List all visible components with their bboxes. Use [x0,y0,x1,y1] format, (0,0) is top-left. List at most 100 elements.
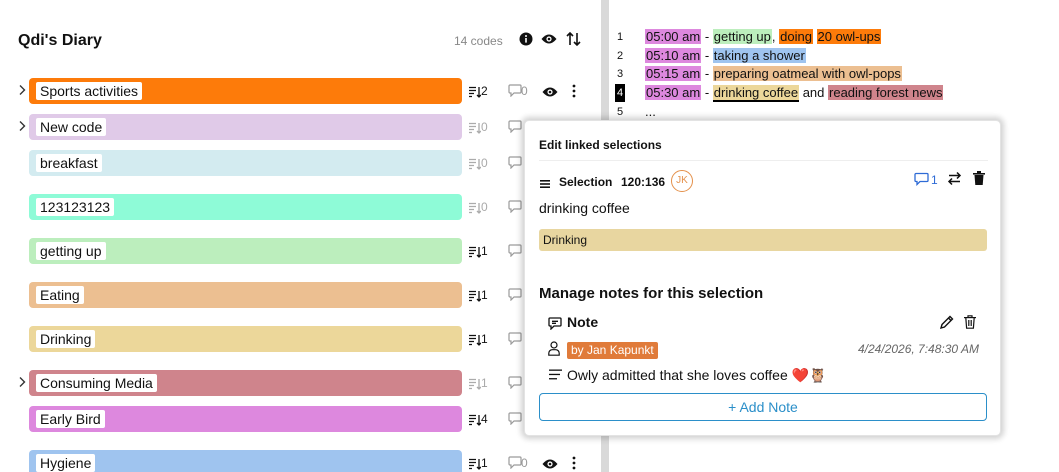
line-text[interactable]: ... [645,103,656,121]
comment-icon[interactable] [508,456,522,470]
comment-icon[interactable] [914,172,929,187]
add-note-button[interactable]: + Add Note [539,393,987,421]
coded-segment[interactable]: reading forest news [828,85,944,100]
selections-sort-icon[interactable] [469,85,482,98]
document-line[interactable]: 5... [609,103,1059,121]
selections-sort-icon[interactable] [469,289,482,302]
code-label[interactable]: 123123123 [36,198,115,216]
selections-sort-icon[interactable] [469,413,482,426]
line-text[interactable]: 05:00 am - getting up, doing 20 owl-ups [645,28,882,46]
code-row[interactable]: getting up 1 [0,238,601,264]
comment-icon[interactable] [508,84,522,98]
swap-icon[interactable] [947,171,962,186]
chevron-right-icon[interactable] [18,376,28,390]
sort-icon[interactable] [566,31,582,47]
info-icon[interactable] [518,31,534,47]
selections-sort-icon[interactable] [469,457,482,470]
comment-icon[interactable] [508,376,522,390]
code-color-bar[interactable]: Eating [29,282,462,308]
code-label[interactable]: Hygiene [36,454,96,472]
code-row[interactable]: Hygiene 1 0 [0,450,601,472]
text-segment: ... [645,104,656,119]
selections-sort-icon[interactable] [469,377,482,390]
document-line[interactable]: 4 05:30 am - drinking coffee and reading … [609,84,1059,102]
code-color-bar[interactable]: breakfast [29,150,462,176]
code-color-bar[interactable]: Early Bird [29,406,462,432]
code-color-bar[interactable]: 123123123 [29,194,462,220]
code-row[interactable]: Sports activities 2 0 [0,78,601,104]
comment-icon[interactable] [508,244,522,258]
code-selection-count: 0 [481,120,488,134]
code-row[interactable]: Consuming Media 1 [0,370,601,396]
coded-segment[interactable]: drinking coffee [712,85,800,102]
text-segment: - [701,48,713,63]
codes-panel: Qdi's Diary 14 codes Sports activities 2 0… [0,0,601,472]
code-color-bar[interactable]: Hygiene [29,450,462,472]
eye-icon[interactable] [542,85,558,97]
code-selection-count: 0 [481,156,488,170]
code-color-bar[interactable]: New code [29,114,462,140]
coded-segment[interactable]: 20 owl-ups [816,29,882,44]
code-label[interactable]: Early Bird [36,410,105,428]
comment-icon[interactable] [508,288,522,302]
code-selection-count: 1 [481,376,488,390]
code-comment-count: 0 [521,84,528,98]
coded-segment[interactable]: 05:00 am [645,29,702,44]
line-text[interactable]: 05:15 am - preparing oatmeal with owl-po… [645,65,902,83]
more-vertical-icon[interactable] [571,455,577,471]
coded-segment[interactable]: 05:30 am [645,85,702,100]
code-selection-count: 1 [481,332,488,346]
selections-sort-icon[interactable] [469,201,482,214]
code-row[interactable]: Eating 1 [0,282,601,308]
selections-sort-icon[interactable] [469,121,482,134]
comment-icon[interactable] [508,412,522,426]
selections-sort-icon[interactable] [469,245,482,258]
code-row[interactable]: Drinking 1 [0,326,601,352]
document-line[interactable]: 2 05:10 am - taking a shower [609,47,1059,65]
code-label[interactable]: Sports activities [36,82,143,100]
code-label[interactable]: breakfast [36,154,102,172]
selections-sort-icon[interactable] [469,157,482,170]
code-color-bar[interactable]: Consuming Media [29,370,462,396]
code-color-bar[interactable]: Sports activities [29,78,462,104]
code-label[interactable]: Consuming Media [36,374,157,392]
chevron-right-icon[interactable] [18,84,28,98]
coded-segment[interactable]: taking a shower [712,48,806,63]
line-text[interactable]: 05:10 am - taking a shower [645,47,806,65]
code-selection-count: 1 [481,288,488,302]
coded-segment[interactable]: 05:15 am [645,66,702,81]
selection-comment-count: 1 [931,173,938,187]
code-tag[interactable]: Drinking [539,229,987,251]
document-line[interactable]: 1 05:00 am - getting up, doing 20 owl-ups [609,28,1059,46]
code-label[interactable]: Drinking [36,330,96,348]
code-color-bar[interactable]: getting up [29,238,462,264]
coded-segment[interactable]: preparing oatmeal with owl-pops [712,66,902,81]
comment-icon[interactable] [508,156,522,170]
more-vertical-icon[interactable] [571,83,577,99]
selections-sort-icon[interactable] [469,333,482,346]
code-color-bar[interactable]: Drinking [29,326,462,352]
code-row[interactable]: New code 0 [0,114,601,140]
edit-note-icon[interactable] [939,315,954,330]
eye-icon[interactable] [541,31,557,47]
line-text[interactable]: 05:30 am - drinking coffee and reading f… [645,84,944,102]
code-label[interactable]: Eating [36,286,84,304]
document-line[interactable]: 3 05:15 am - preparing oatmeal with owl-p… [609,65,1059,83]
chevron-right-icon[interactable] [18,120,28,134]
code-label[interactable]: getting up [36,242,106,260]
coded-segment[interactable]: getting up [712,29,772,44]
delete-note-icon[interactable] [964,315,976,329]
coded-segment[interactable]: 05:10 am [645,48,702,63]
code-row[interactable]: breakfast 0 [0,150,601,176]
coded-segment[interactable]: doing [779,29,813,44]
code-row[interactable]: Early Bird 4 [0,406,601,432]
line-number: 3 [616,68,624,80]
comment-icon[interactable] [508,120,522,134]
eye-icon[interactable] [542,457,558,469]
comment-icon[interactable] [508,332,522,346]
delete-selection-icon[interactable] [973,171,985,185]
comment-icon[interactable] [508,200,522,214]
line-number: 4 [615,84,625,102]
code-row[interactable]: 123123123 0 [0,194,601,220]
code-label[interactable]: New code [36,118,107,136]
